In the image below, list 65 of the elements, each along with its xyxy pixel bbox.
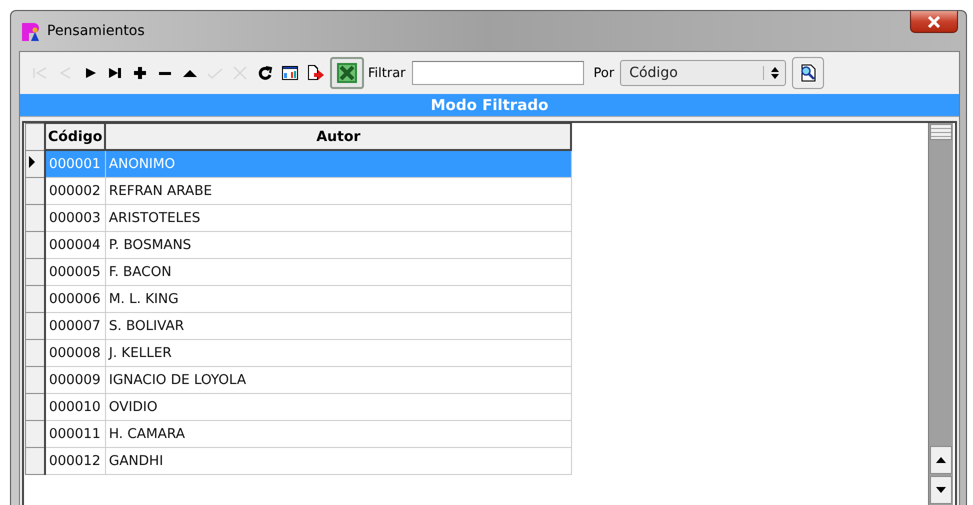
minus-icon <box>159 72 171 74</box>
filter-by-dropdown[interactable]: Código <box>620 60 786 86</box>
scrollbar[interactable] <box>928 123 953 505</box>
row-indicator[interactable] <box>26 448 45 474</box>
table-cell: 000007 <box>45 312 106 340</box>
table-cell: REFRAN ARABE <box>105 178 572 204</box>
table-cell: J. KELLER <box>105 340 572 366</box>
up-triangle-icon <box>936 457 946 463</box>
table-cell: ARISTOTELES <box>105 204 572 232</box>
down-triangle-icon <box>936 487 946 493</box>
filter-label: Filtrar <box>368 66 406 80</box>
table-cell: GANDHI <box>105 448 572 474</box>
table-cell: 000009 <box>45 366 106 394</box>
row-indicator[interactable] <box>26 394 45 420</box>
close-button[interactable] <box>910 11 958 33</box>
filter-by-label: Por <box>594 66 614 80</box>
table-cell: IGNACIO DE LOYOLA <box>105 366 572 394</box>
table-cell: 000012 <box>45 448 106 474</box>
filter-field[interactable] <box>412 61 584 85</box>
plus-icon <box>131 64 149 82</box>
table-cell: OVIDIO <box>105 394 572 420</box>
table-cell: 000010 <box>45 394 106 420</box>
row-indicator[interactable] <box>26 286 45 312</box>
row-indicator[interactable] <box>26 420 45 448</box>
table-cell: H. CAMARA <box>105 420 572 448</box>
table-cell: 000004 <box>45 232 106 258</box>
column-header[interactable]: Código <box>45 124 106 150</box>
spreadsheet-icon <box>336 62 358 84</box>
row-indicator[interactable] <box>26 150 45 178</box>
table-cell: F. BACON <box>105 258 572 286</box>
mode-banner: Modo Filtrado <box>20 94 959 117</box>
table-cell: 000002 <box>45 178 106 204</box>
row-indicator[interactable] <box>26 258 45 286</box>
table-cell: ANONIMO <box>105 150 572 178</box>
close-icon <box>927 16 941 28</box>
app-logo-icon <box>21 22 41 42</box>
chart-window-icon <box>281 64 299 82</box>
row-indicator[interactable] <box>26 340 45 366</box>
table-cell: P. BOSMANS <box>105 232 572 258</box>
table-cell: 000003 <box>45 204 106 232</box>
cross-icon <box>231 64 249 82</box>
table-cell: 000008 <box>45 340 106 366</box>
up-down-arrow-icon <box>763 66 780 80</box>
column-header[interactable]: Autor <box>105 124 572 150</box>
scroll-up-button[interactable] <box>930 446 952 474</box>
table-cell: S. BOLIVAR <box>105 312 572 340</box>
table-cell: 000001 <box>45 150 106 178</box>
row-indicator[interactable] <box>26 178 45 204</box>
row-indicator[interactable] <box>26 232 45 258</box>
excel-button[interactable] <box>330 57 364 89</box>
table-cell: 000011 <box>45 420 106 448</box>
document-arrow-icon <box>306 64 324 82</box>
row-indicator[interactable] <box>26 366 45 394</box>
scroll-down-button[interactable] <box>930 476 952 504</box>
search-button[interactable] <box>792 57 824 89</box>
table-cell: M. L. KING <box>105 286 572 312</box>
refresh-icon <box>256 64 274 82</box>
window-title: Pensamientos <box>47 23 145 39</box>
indicator-header <box>26 124 45 150</box>
table-cell: 000006 <box>45 286 106 312</box>
table-cell: 000005 <box>45 258 106 286</box>
row-indicator[interactable] <box>26 312 45 340</box>
scroll-thumb[interactable] <box>930 124 952 140</box>
current-row-icon <box>28 154 36 169</box>
row-indicator[interactable] <box>26 204 45 232</box>
